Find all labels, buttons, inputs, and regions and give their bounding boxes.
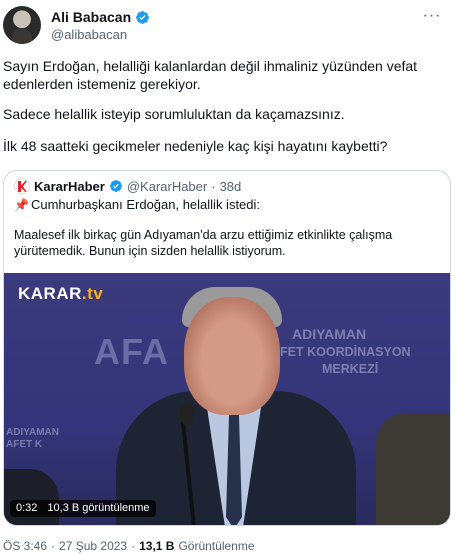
- video-bg-text: AFA: [94, 331, 169, 372]
- background-person: [4, 469, 59, 525]
- karar-tv-logo: KARAR.tv: [18, 284, 103, 304]
- tweet-date[interactable]: 27 Şub 2023: [59, 539, 127, 553]
- quoted-tweet-header: KararHaber @KararHaber · 38d: [14, 178, 241, 194]
- meta-separator: ·: [51, 539, 56, 553]
- views-count: 13,1 B: [139, 539, 175, 553]
- speaker-head: [184, 297, 280, 415]
- video-info-badge: 0:32 10,3 B görüntülenme: [10, 500, 156, 517]
- quoted-headline: 📌 Cumhurbaşkanı Erdoğan, helallik istedi…: [14, 197, 260, 212]
- verified-badge-icon: [136, 10, 150, 24]
- quoted-age[interactable]: 38d: [220, 179, 242, 194]
- meta-separator: ·: [211, 178, 216, 194]
- tweet-paragraph-2: Sadece helallik isteyip sorumluluktan da…: [3, 106, 345, 122]
- quoted-avatar[interactable]: [14, 178, 30, 194]
- tweet-paragraph-3: İlk 48 saatteki gecikmeler nedeniyle kaç…: [3, 138, 388, 154]
- microphone-head: [180, 403, 194, 425]
- views-label: Görüntülenme: [178, 539, 255, 553]
- quoted-body-text: Maalesef ilk birkaç gün Adıyaman'da arzu…: [14, 228, 393, 258]
- video-views: 10,3 B görüntülenme: [47, 502, 150, 514]
- tweet-paragraph-1: Sayın Erdoğan, helalliği kalanlardan değ…: [3, 58, 418, 92]
- tweet-header: Ali Babacan @alibabacan ···: [0, 0, 456, 50]
- author-name[interactable]: Ali Babacan: [51, 9, 131, 25]
- quoted-author-handle[interactable]: @KararHaber: [127, 179, 207, 194]
- meta-separator: ·: [131, 539, 136, 553]
- quoted-headline-text: Cumhurbaşkanı Erdoğan, helallik istedi:: [30, 197, 261, 212]
- verified-badge-icon: [109, 180, 122, 192]
- tweet-footer: ÖS 3:46 · 27 Şub 2023 · 13,1 B Görüntüle…: [3, 539, 255, 553]
- video-duration: 0:32: [16, 502, 38, 514]
- video-bg-text: AFET KOORDİNASYON: [271, 345, 411, 359]
- author-name-row: Ali Babacan: [51, 9, 150, 25]
- video-bg-text: MERKEZİ: [322, 362, 379, 376]
- quoted-tweet[interactable]: KararHaber @KararHaber · 38d 📌 Cumhurbaş…: [3, 170, 451, 526]
- author-handle[interactable]: @alibabacan: [51, 27, 127, 42]
- tweet-time[interactable]: ÖS 3:46: [3, 539, 47, 553]
- brand-main: KARAR: [18, 284, 82, 303]
- video-bg-text: ADIYAMAN: [292, 326, 367, 342]
- video-player[interactable]: AFA ADIYAMAN AFET KOORDİNASYON MERKEZİ A…: [4, 273, 450, 525]
- tweet-text: Sayın Erdoğan, helalliği kalanlardan değ…: [3, 57, 443, 167]
- background-person: [376, 413, 450, 525]
- more-horizontal-icon[interactable]: ···: [422, 8, 442, 24]
- avatar[interactable]: [3, 6, 41, 44]
- quoted-author-name[interactable]: KararHaber: [34, 179, 105, 194]
- pushpin-icon: 📌: [14, 197, 29, 212]
- brand-suffix: .tv: [81, 284, 104, 303]
- video-bg-text: ADIYAMAN AFET K: [6, 427, 59, 450]
- tweet: Ali Babacan @alibabacan ··· Sayın Erdoğa…: [0, 0, 456, 554]
